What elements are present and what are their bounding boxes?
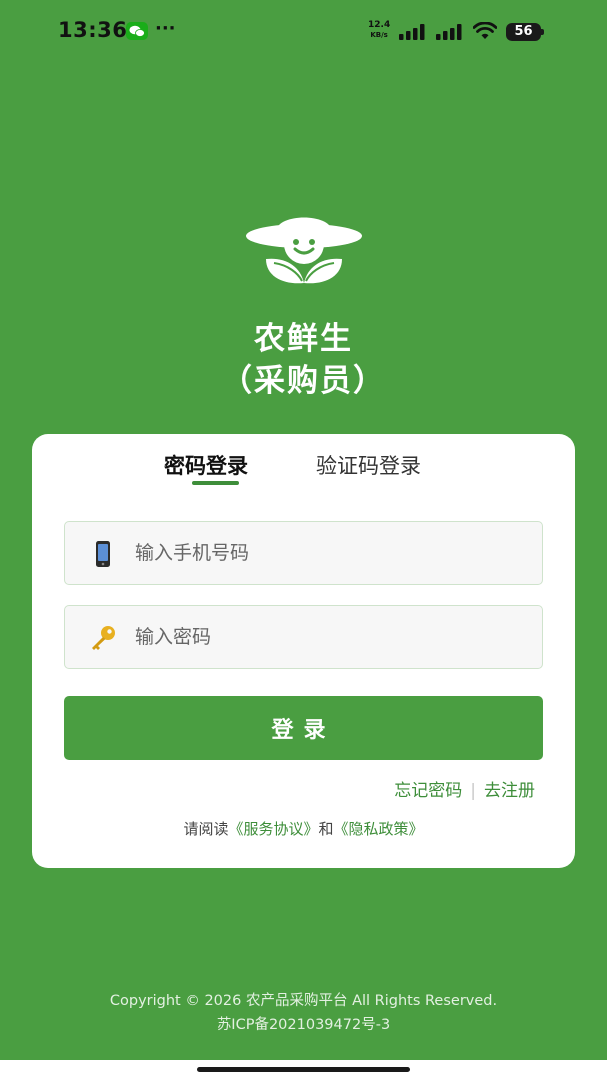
wifi-icon: [473, 22, 497, 39]
battery-cap: [541, 29, 544, 35]
app-title: 农鲜生: [254, 321, 353, 357]
status-bar: 13:36 ··· 12.4 KB/s 56: [0, 0, 607, 62]
active-tab-indicator: [192, 481, 239, 485]
register-link[interactable]: 去注册: [484, 781, 535, 801]
phone-field[interactable]: [64, 521, 543, 585]
privacy-policy-link[interactable]: 《隐私政策》: [334, 820, 424, 838]
icp-number: 苏ICP备2021039472号-3: [216, 1017, 391, 1033]
status-time: 13:36: [58, 18, 128, 42]
login-card: 密码登录 验证码登录 登录 忘记密码|去注册 请阅读《服务协议》和《隐私政策》: [32, 434, 575, 868]
login-button[interactable]: 登录: [64, 696, 543, 760]
link-separator: |: [470, 781, 476, 801]
signal-bars-icon: [399, 24, 425, 40]
agreement-notice: 请阅读《服务协议》和《隐私政策》: [32, 818, 575, 839]
farmer-hat-leaf-logo: [246, 217, 362, 284]
phone-input[interactable]: [135, 522, 525, 584]
network-speed-unit: KB/s: [370, 31, 388, 39]
more-notifications-indicator: ···: [155, 18, 176, 39]
account-links: 忘记密码 | 去注册: [394, 776, 535, 801]
password-field[interactable]: [64, 605, 543, 669]
password-input[interactable]: [135, 606, 525, 668]
login-screen: 13:36 ··· 12.4 KB/s 56 农鲜生 （采购员） 密码登录 验证…: [0, 0, 607, 1080]
network-speed: 12.4 KB/s: [368, 20, 390, 40]
key-icon: [92, 626, 115, 650]
tab-sms-code-login[interactable]: 验证码登录: [316, 450, 421, 486]
mobile-phone-icon: [96, 541, 110, 567]
battery-indicator: 56: [506, 23, 544, 41]
agreement-prefix: 请阅读: [183, 820, 229, 838]
home-indicator[interactable]: [197, 1067, 410, 1072]
forgot-password-link[interactable]: 忘记密码: [394, 781, 462, 801]
service-agreement-link[interactable]: 《服务协议》: [228, 820, 318, 838]
agreement-and: 和: [318, 820, 334, 838]
signal-bars-icon-2: [436, 24, 462, 40]
network-speed-value: 12.4: [368, 20, 391, 30]
wechat-icon: [126, 22, 148, 40]
app-subtitle: （采购员）: [221, 363, 386, 399]
copyright-text: Copyright © 2026 农产品采购平台 All Rights Rese…: [109, 993, 498, 1009]
battery-level: 56: [514, 24, 533, 39]
